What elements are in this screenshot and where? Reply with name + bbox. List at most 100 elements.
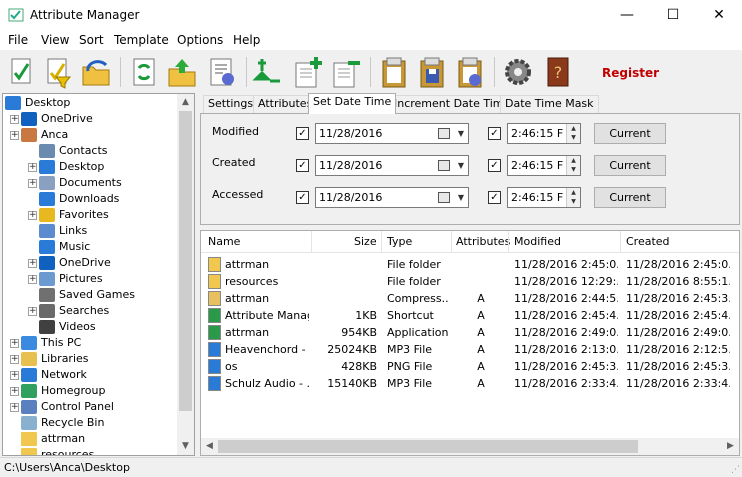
swap-icon[interactable] (252, 55, 284, 89)
column-header-name[interactable]: Name (208, 235, 240, 248)
created-time-checkbox[interactable]: ✓ (488, 159, 501, 172)
accessed-current-button[interactable]: Current (594, 187, 666, 208)
tree-item[interactable]: + Favorites (3, 207, 177, 223)
expand-icon[interactable]: + (28, 307, 37, 316)
tree-item[interactable]: Videos (3, 319, 177, 335)
file-list[interactable]: Name Size Type Attributes Modified Creat… (200, 230, 740, 456)
select-filter-icon[interactable] (42, 55, 74, 89)
tree-item[interactable]: + Documents (3, 175, 177, 191)
tree-item[interactable]: + Anca (3, 127, 177, 143)
expand-icon[interactable]: + (28, 275, 37, 284)
created-date-checkbox[interactable]: ✓ (296, 159, 309, 172)
tab-set-date-time[interactable]: Set Date Time (308, 93, 397, 114)
table-row[interactable]: Attribute Manager 1KB Shortcut A 11/28/2016 … (201, 307, 739, 324)
tree-scrollbar[interactable]: ▲ ▼ (177, 94, 194, 455)
tree-item[interactable]: + Network (3, 367, 177, 383)
maximize-button[interactable]: ☐ (650, 0, 696, 30)
tree-item[interactable]: + Libraries (3, 351, 177, 367)
modified-date-checkbox[interactable]: ✓ (296, 127, 309, 140)
tree-item[interactable]: attrman (3, 431, 177, 447)
tree-item[interactable]: Downloads (3, 191, 177, 207)
table-row[interactable]: Heavenchord - ... 25024KB MP3 File A 11/28/2… (201, 341, 739, 358)
menu-template[interactable]: Template (114, 33, 169, 47)
expand-icon[interactable]: + (28, 211, 37, 220)
select-all-icon[interactable] (6, 55, 38, 89)
table-row[interactable]: Schulz Audio - ... 15140KB MP3 File A 11/28/… (201, 375, 739, 392)
column-header-modified[interactable]: Modified (514, 235, 561, 248)
table-row[interactable]: attrman File folder 11/28/2016 2:45:0... 11… (201, 256, 739, 273)
up-arrow-folder-icon[interactable] (166, 55, 198, 89)
chevron-down-icon[interactable]: ▼ (458, 161, 464, 170)
accessed-date-checkbox[interactable]: ✓ (296, 191, 309, 204)
tree-item[interactable]: + Desktop (3, 159, 177, 175)
folder-tree[interactable]: Desktop + OneDrive + Anca Contacts + Desktop + Do… (2, 93, 195, 456)
scroll-thumb[interactable] (179, 111, 192, 411)
scroll-right-icon[interactable]: ▶ (722, 438, 739, 455)
tree-item[interactable]: Saved Games (3, 287, 177, 303)
modified-time-checkbox[interactable]: ✓ (488, 127, 501, 140)
accessed-date-picker[interactable]: 11/28/2016 ▼ (315, 187, 469, 208)
expand-icon[interactable]: + (10, 387, 19, 396)
refresh-icon[interactable] (128, 55, 160, 89)
tree-item[interactable]: + Homegroup (3, 383, 177, 399)
expand-icon[interactable]: + (10, 131, 19, 140)
table-row[interactable]: os 428KB PNG File A 11/28/2016 2:45:3... 11/2… (201, 358, 739, 375)
expand-icon[interactable]: + (10, 115, 19, 124)
expand-icon[interactable]: + (10, 355, 19, 364)
menu-help[interactable]: Help (233, 33, 260, 47)
close-button[interactable]: ✕ (696, 0, 742, 30)
tab-increment-date-time[interactable]: Increment Date Time (389, 95, 516, 113)
calendar-icon[interactable] (438, 128, 450, 139)
calendar-icon[interactable] (438, 160, 450, 171)
tree-item[interactable]: + This PC (3, 335, 177, 351)
column-header-attributes[interactable]: Attributes (456, 235, 510, 248)
list-horizontal-scrollbar[interactable]: ◀ ▶ (201, 438, 739, 455)
accessed-time-checkbox[interactable]: ✓ (488, 191, 501, 204)
expand-icon[interactable]: + (10, 371, 19, 380)
gear-icon[interactable] (502, 55, 534, 89)
tree-item[interactable]: + Searches (3, 303, 177, 319)
created-current-button[interactable]: Current (594, 155, 666, 176)
tree-item[interactable]: + OneDrive (3, 111, 177, 127)
save-template-icon[interactable] (416, 55, 448, 89)
tree-item[interactable]: Desktop (3, 95, 177, 111)
minimize-button[interactable]: — (604, 0, 650, 30)
time-spinner-icon[interactable]: ▲ ▼ (566, 188, 580, 207)
template-settings-icon[interactable] (454, 55, 486, 89)
tree-item[interactable]: + Control Panel (3, 399, 177, 415)
remove-attributes-icon[interactable] (330, 55, 362, 89)
table-row[interactable]: attrman Compress... A 11/28/2016 2:44:5... 1… (201, 290, 739, 307)
help-book-icon[interactable]: ? (542, 55, 574, 89)
tree-item[interactable]: + OneDrive (3, 255, 177, 271)
expand-icon[interactable]: + (28, 163, 37, 172)
table-row[interactable]: resources File folder 11/28/2016 12:29:...… (201, 273, 739, 290)
modified-date-picker[interactable]: 11/28/2016 ▼ (315, 123, 469, 144)
calendar-icon[interactable] (438, 192, 450, 203)
new-template-icon[interactable] (378, 55, 410, 89)
tree-item[interactable]: resources (3, 447, 177, 455)
expand-icon[interactable]: + (10, 403, 19, 412)
column-header-created[interactable]: Created (626, 235, 670, 248)
table-row[interactable]: attrman 954KB Application A 11/28/2016 2:49:… (201, 324, 739, 341)
scroll-down-icon[interactable]: ▼ (177, 438, 194, 455)
chevron-down-icon[interactable]: ▼ (458, 129, 464, 138)
menu-sort[interactable]: Sort (79, 33, 104, 47)
created-time-field[interactable]: 2:46:15 F ▲ ▼ (507, 155, 581, 176)
chevron-down-icon[interactable]: ▼ (458, 193, 464, 202)
tree-item[interactable]: + Pictures (3, 271, 177, 287)
column-header-type[interactable]: Type (387, 235, 412, 248)
accessed-time-field[interactable]: 2:46:15 F ▲ ▼ (507, 187, 581, 208)
modified-time-field[interactable]: 2:46:15 F ▲ ▼ (507, 123, 581, 144)
modified-current-button[interactable]: Current (594, 123, 666, 144)
expand-icon[interactable]: + (28, 179, 37, 188)
menu-view[interactable]: View (41, 33, 69, 47)
created-date-picker[interactable]: 11/28/2016 ▼ (315, 155, 469, 176)
add-attributes-icon[interactable] (292, 55, 324, 89)
scroll-up-icon[interactable]: ▲ (177, 94, 194, 111)
tab-settings[interactable]: Settings (203, 95, 259, 113)
tree-item[interactable]: Links (3, 223, 177, 239)
expand-icon[interactable]: + (28, 259, 37, 268)
time-spinner-icon[interactable]: ▲ ▼ (566, 156, 580, 175)
expand-icon[interactable]: + (10, 339, 19, 348)
scroll-left-icon[interactable]: ◀ (201, 438, 218, 455)
